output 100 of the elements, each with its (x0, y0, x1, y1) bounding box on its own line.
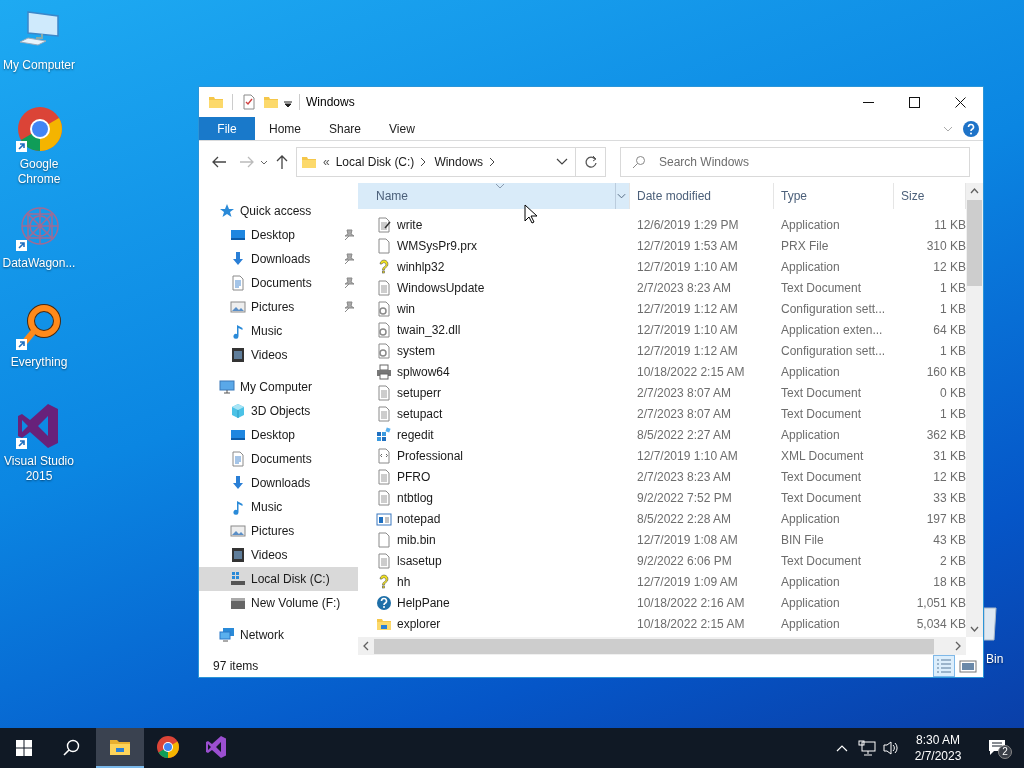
pin-icon (343, 253, 355, 265)
question-mark-icon (376, 573, 392, 590)
file-name[interactable]: explorer (397, 614, 441, 633)
vertical-scrollbar[interactable] (966, 183, 983, 637)
size-cell-text: 1 KB (940, 279, 966, 297)
type-cell: Configuration sett... (781, 301, 886, 316)
type-cell: Text Document (781, 385, 862, 400)
nav-item[interactable]: Quick access (199, 199, 358, 223)
nav-item[interactable]: Pictures (199, 519, 358, 543)
search-field[interactable]: Search Windows (620, 147, 970, 177)
date-cell: 12/7/2019 1:53 AM (637, 238, 738, 253)
music-note-icon (230, 499, 246, 515)
item-count: 97 items (213, 658, 259, 675)
notepad-icon (376, 510, 392, 527)
ribbon-tab[interactable]: Share (315, 117, 376, 140)
details-view-icon (934, 656, 954, 676)
nav-item[interactable]: Videos (199, 343, 358, 367)
text-file-icon (376, 552, 392, 569)
taskbar-app[interactable] (96, 728, 144, 768)
date-cell: 12/7/2019 1:10 AM (637, 259, 738, 274)
nav-item[interactable]: Desktop (199, 423, 358, 447)
nav-item[interactable]: My Computer (199, 375, 358, 399)
scrollbar-thumb[interactable] (374, 638, 934, 654)
scrollbar-thumb[interactable] (967, 200, 982, 286)
file-name[interactable]: lsasetup (397, 551, 442, 570)
size-cell-text: 64 KB (933, 321, 966, 339)
size-cell-text: 1,051 KB (916, 594, 966, 612)
date-cell: 12/7/2019 1:09 AM (637, 574, 738, 589)
file-name[interactable]: hh (397, 572, 411, 591)
view-toggle[interactable] (933, 655, 955, 677)
file-name[interactable]: write (397, 215, 423, 234)
file-name[interactable]: winhlp32 (397, 257, 445, 276)
monitor-icon (219, 379, 235, 395)
file-name[interactable]: WMSysPr9.prx (397, 236, 477, 255)
drive-icon (230, 571, 246, 587)
file-name[interactable]: setupact (397, 404, 443, 423)
notifications-button[interactable]: 2 (978, 728, 1018, 768)
windows-logo-icon (16, 740, 32, 756)
file-name[interactable]: ntbtlog (397, 488, 434, 507)
nav-item[interactable]: Downloads (199, 247, 358, 271)
film-icon (230, 347, 246, 363)
nav-item[interactable]: 3D Objects (199, 399, 358, 423)
desktop-shortcut[interactable]: Visual Studio 2015 (0, 396, 78, 495)
type-cell: Text Document (781, 553, 862, 568)
nav-item[interactable]: Local Disk (C:) (199, 567, 358, 591)
download-arrow-icon (230, 251, 246, 267)
file-name[interactable]: splwow64 (397, 362, 450, 381)
breadcrumb[interactable]: Windows (434, 153, 484, 171)
nav-item[interactable]: Network (199, 623, 358, 647)
blank-file-icon (376, 237, 392, 254)
file-name[interactable]: notepad (397, 509, 441, 528)
help-icon (376, 594, 392, 611)
file-name[interactable]: win (397, 299, 415, 318)
column-header[interactable]: Name (358, 183, 630, 209)
nav-item[interactable]: Videos (199, 543, 358, 567)
checklist-page-icon[interactable] (241, 94, 257, 110)
nav-item[interactable]: Documents (199, 447, 358, 471)
size-cell-text: 1 KB (940, 300, 966, 318)
size-cell-text: 31 KB (933, 447, 966, 465)
desktop-shortcut[interactable]: Bin (986, 652, 1004, 667)
file-name[interactable]: PFRO (397, 467, 431, 486)
size-cell-text: 12 KB (933, 258, 966, 276)
refresh-button[interactable] (576, 147, 606, 177)
file-name[interactable]: HelpPane (397, 593, 450, 612)
date-cell: 12/7/2019 1:10 AM (637, 322, 738, 337)
address-bar[interactable]: « Local Disk (C:) Windows (296, 147, 576, 177)
date-cell: 10/18/2022 2:16 AM (637, 595, 745, 610)
music-note-icon (230, 323, 246, 339)
size-cell-text: 5,034 KB (916, 615, 966, 633)
clock[interactable]: 8:30 AM 2/7/2023 (906, 728, 970, 768)
file-name[interactable]: regedit (397, 425, 434, 444)
ribbon-tab[interactable]: Home (255, 117, 315, 140)
text-file-icon (376, 384, 392, 401)
overflow-chevron[interactable]: « (323, 153, 330, 171)
file-name[interactable]: twain_32.dll (397, 320, 461, 339)
search-icon (632, 155, 646, 169)
nav-item[interactable]: New Volume (F:) (199, 591, 358, 615)
size-cell-text: 1 KB (940, 405, 966, 423)
nav-item[interactable]: Documents (199, 271, 358, 295)
nav-item[interactable]: Desktop (199, 223, 358, 247)
desktop-icon (230, 427, 246, 443)
nav-item[interactable]: Music (199, 319, 358, 343)
pin-icon (343, 277, 355, 289)
file-name[interactable]: Professional (397, 446, 464, 465)
nav-item[interactable]: Pictures (199, 295, 358, 319)
file-name[interactable]: setuperr (397, 383, 442, 402)
nav-item[interactable]: Downloads (199, 471, 358, 495)
nav-item[interactable]: Music (199, 495, 358, 519)
breadcrumb[interactable]: Local Disk (C:) (335, 153, 415, 171)
file-name[interactable]: WindowsUpdate (397, 278, 485, 297)
type-cell: Application (781, 427, 840, 442)
file-name[interactable]: mib.bin (397, 530, 436, 549)
pin-icon (343, 229, 355, 241)
file-menu-button[interactable]: File (199, 117, 255, 140)
file-name[interactable]: system (397, 341, 435, 360)
horizontal-scrollbar[interactable] (358, 637, 966, 655)
folder-icon (301, 154, 317, 170)
type-cell: PRX File (781, 238, 829, 253)
size-cell-text: 12 KB (933, 468, 966, 486)
ribbon-tab[interactable]: View (375, 117, 429, 140)
